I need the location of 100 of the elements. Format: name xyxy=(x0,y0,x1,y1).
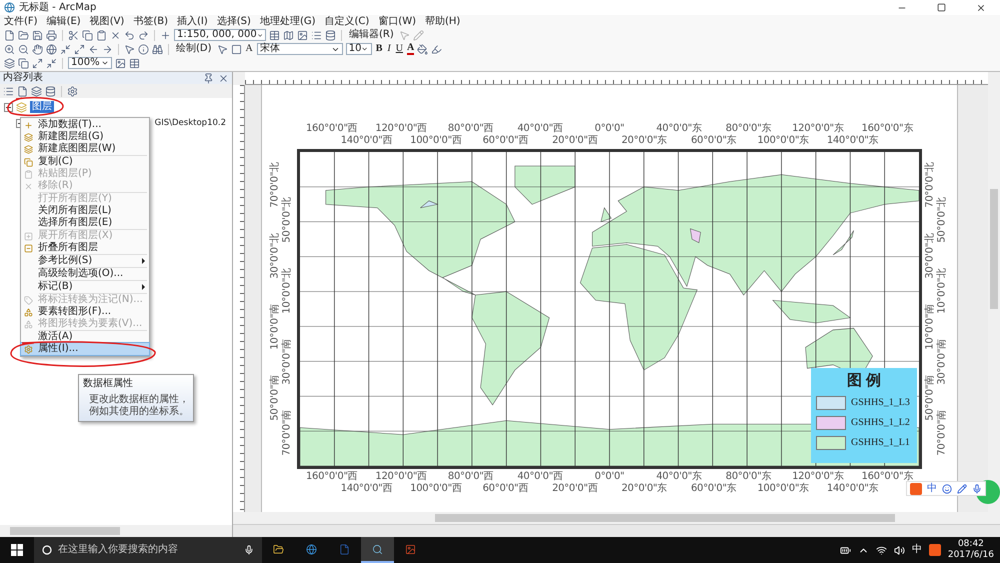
expand-icon[interactable] xyxy=(74,44,85,54)
volume-icon[interactable] xyxy=(894,544,905,556)
zoom-in-icon[interactable] xyxy=(4,44,15,54)
emoji-icon[interactable] xyxy=(942,484,952,494)
network-icon[interactable] xyxy=(876,544,887,556)
image-icon[interactable] xyxy=(115,58,126,68)
menu-item[interactable]: 新建图层组(G) xyxy=(21,131,149,143)
undo-icon[interactable] xyxy=(124,30,135,40)
shrink-icon[interactable] xyxy=(60,44,71,54)
menu-item[interactable]: 新建底图图层(W) xyxy=(21,143,149,155)
ime-logo-icon[interactable] xyxy=(928,544,941,556)
pin-icon[interactable] xyxy=(203,72,214,84)
scale-field[interactable]: 1:150, 000, 000 xyxy=(174,29,266,41)
clock[interactable]: 08:42 2017/6/16 xyxy=(948,539,994,561)
menu-item[interactable]: 自定义(C) xyxy=(324,16,370,28)
start-icon[interactable] xyxy=(11,544,23,556)
menu-item[interactable]: 文件(F) xyxy=(4,16,38,28)
restore-icon[interactable] xyxy=(937,2,946,12)
draw-menu[interactable]: 绘制(D) xyxy=(174,43,214,55)
underline-button[interactable]: U xyxy=(394,43,404,55)
pages-icon[interactable] xyxy=(18,58,29,68)
pointer-icon[interactable] xyxy=(216,44,228,54)
caret-icon[interactable] xyxy=(361,45,369,53)
back-icon[interactable] xyxy=(88,44,99,54)
battery-icon[interactable] xyxy=(840,544,851,556)
menu-item[interactable]: 参考比例(S) xyxy=(21,255,149,267)
menu-item[interactable]: 折叠所有图层 xyxy=(21,242,149,254)
search-field[interactable]: 在这里输入你要搜索的内容 xyxy=(34,537,262,563)
table-icon[interactable] xyxy=(269,30,280,40)
clipboard-icon[interactable] xyxy=(96,30,107,40)
menu-item[interactable]: 插入(I) xyxy=(177,16,208,28)
menu-item[interactable]: 选择所有图层(E) xyxy=(21,217,149,229)
tree-item[interactable]: 图层 xyxy=(30,101,54,113)
info-icon[interactable] xyxy=(138,44,149,54)
menu-item[interactable]: 编辑(E) xyxy=(46,16,81,28)
layers-icon[interactable] xyxy=(31,86,42,96)
close-icon[interactable] xyxy=(976,2,986,12)
menu-item[interactable]: 帮助(H) xyxy=(425,16,460,28)
font-size-field[interactable]: 10 xyxy=(346,43,372,55)
zoom-field[interactable]: 100% xyxy=(68,57,112,69)
menu-item[interactable]: 窗口(W) xyxy=(378,16,416,28)
menu-item[interactable]: 标记(B) xyxy=(21,281,149,293)
ime-mode[interactable]: 中 xyxy=(927,482,937,494)
settings-icon[interactable] xyxy=(67,86,78,96)
close-icon[interactable] xyxy=(218,72,229,84)
menu-item[interactable]: 添加数据(T)... xyxy=(21,119,149,131)
rectangle-icon[interactable] xyxy=(230,44,242,54)
globe-icon[interactable] xyxy=(46,44,57,54)
copy-icon[interactable] xyxy=(82,30,93,40)
italic-button[interactable]: I xyxy=(386,43,392,55)
highlighter-icon[interactable] xyxy=(431,44,442,54)
editor-menu[interactable]: 编辑器(R) xyxy=(347,29,396,41)
text-tool[interactable]: A xyxy=(244,43,254,55)
menu-item[interactable]: 复制(C) xyxy=(21,156,149,168)
microphone-icon[interactable] xyxy=(244,545,254,555)
table-icon[interactable] xyxy=(129,58,140,68)
zoom-out-icon[interactable] xyxy=(18,44,29,54)
pan-icon[interactable] xyxy=(32,44,43,54)
ime-logo-icon[interactable] xyxy=(910,482,922,494)
menu-item[interactable]: 高级绘制选项(O)... xyxy=(21,268,149,280)
menu-item[interactable]: 关闭所有图层(L) xyxy=(21,205,149,217)
pencil-icon[interactable] xyxy=(957,484,967,494)
delete-icon[interactable] xyxy=(110,30,121,40)
font-color-button[interactable]: A xyxy=(407,43,414,55)
image-icon[interactable] xyxy=(297,30,308,40)
pointer-icon[interactable] xyxy=(124,44,135,54)
caret-icon[interactable] xyxy=(101,59,109,67)
add-icon[interactable] xyxy=(160,30,171,40)
input-language[interactable]: 中 xyxy=(912,544,922,556)
menu-item[interactable]: 视图(V) xyxy=(90,16,124,28)
save-icon[interactable] xyxy=(32,30,43,40)
forward-icon[interactable] xyxy=(102,44,113,54)
printer-icon[interactable] xyxy=(46,30,57,40)
menu-item[interactable]: 书签(B) xyxy=(133,16,168,28)
folder-icon[interactable] xyxy=(18,30,29,40)
document-icon[interactable] xyxy=(339,544,350,554)
globe-icon[interactable] xyxy=(306,544,317,554)
database-icon[interactable] xyxy=(325,30,336,40)
shrink-icon[interactable] xyxy=(46,58,57,68)
menu-item[interactable]: 激活(A) xyxy=(21,331,149,343)
font-field[interactable]: 宋体 xyxy=(256,43,343,55)
menu-item[interactable]: 选择(S) xyxy=(216,16,251,28)
redo-icon[interactable] xyxy=(138,30,149,40)
document-icon[interactable] xyxy=(17,86,28,96)
menu-item[interactable]: 地理处理(G) xyxy=(260,16,316,28)
paint-bucket-icon[interactable] xyxy=(417,44,428,54)
layers-icon[interactable] xyxy=(4,58,15,68)
binoculars-icon[interactable] xyxy=(152,44,163,54)
taskbar-app[interactable] xyxy=(361,537,394,563)
tree-item[interactable]: GIS\Desktop10.2 xyxy=(152,117,228,129)
database-icon[interactable] xyxy=(45,86,56,96)
magnifier-icon[interactable] xyxy=(372,544,383,554)
menu-item[interactable]: 要素转图形(F)... xyxy=(21,306,149,318)
map-icon[interactable] xyxy=(283,30,294,40)
menu-item[interactable]: 属性(I)... xyxy=(21,343,149,355)
bold-button[interactable]: B xyxy=(374,43,384,55)
scissors-icon[interactable] xyxy=(68,30,79,40)
expand-icon[interactable] xyxy=(32,58,43,68)
slides-icon[interactable] xyxy=(405,544,416,554)
new-file-icon[interactable] xyxy=(4,30,15,40)
